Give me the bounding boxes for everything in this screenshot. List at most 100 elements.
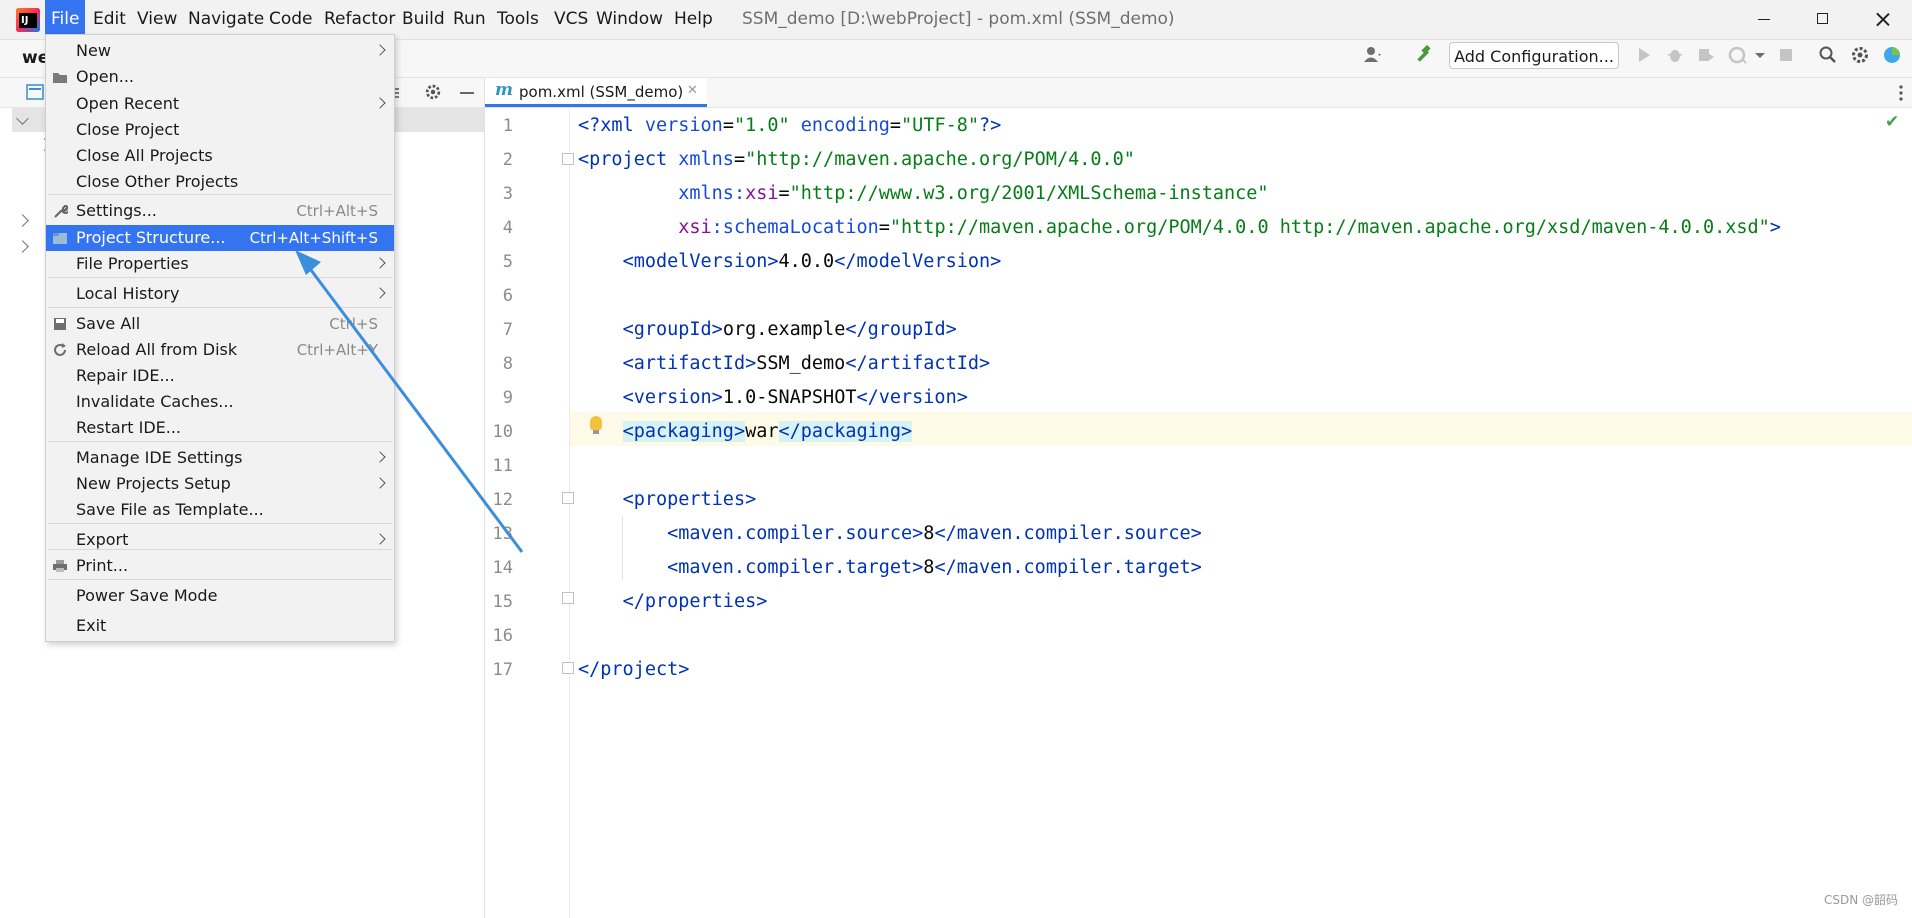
submenu-chevron-icon [374,477,386,489]
debug-icon[interactable] [1665,45,1685,65]
file-menu-item-print[interactable]: Print... [46,553,394,579]
close-window-button[interactable] [1854,0,1910,39]
line-number-gutter: 1 2 3 4 5 6 7 8 9 10 11 12 13 14 15 16 1… [485,108,570,918]
menu-item-label: Print... [76,556,129,575]
file-menu-item-project-structure[interactable]: Project Structure... Ctrl+Alt+Shift+S [46,225,394,251]
menu-separator [48,579,392,580]
menu-tools[interactable]: Tools [491,0,545,39]
file-menu-item-open-recent[interactable]: Open Recent [46,91,394,117]
code-line[interactable]: <version>1.0-SNAPSHOT</version> [578,387,968,408]
project-view-icon[interactable] [26,84,44,100]
save-icon [54,318,66,330]
menu-item-label: Repair IDE... [76,366,175,385]
project-structure-icon [53,233,67,244]
submenu-chevron-icon [374,97,386,109]
file-menu-item-open[interactable]: Open... [46,64,394,90]
file-menu-item-settings[interactable]: Settings... Ctrl+Alt+S [46,198,394,224]
file-menu-item-save-all[interactable]: Save All Ctrl+S [46,311,394,337]
code-line[interactable]: <groupId>org.example</groupId> [578,319,957,340]
fold-marker-icon[interactable] [562,492,574,504]
line-number: 9 [502,388,513,408]
fold-marker-icon[interactable] [562,662,574,674]
settings-gear-icon[interactable] [424,83,442,101]
code-line[interactable]: <maven.compiler.target>8</maven.compiler… [578,557,1202,578]
line-number: 14 [492,558,513,578]
more-tabs-icon[interactable] [1898,84,1904,102]
line-number: 1 [502,116,513,136]
watermark: CSDN @韶码 [1823,893,1898,907]
menu-help[interactable]: Help [668,0,719,39]
fold-marker-icon[interactable] [562,592,574,604]
hide-panel-icon[interactable] [458,84,476,102]
file-menu-item-close-other-projects[interactable]: Close Other Projects [46,169,394,195]
profiler-icon[interactable] [1727,45,1747,65]
menu-build[interactable]: Build [396,0,451,39]
inspection-ok-check-icon[interactable]: ✔ [1885,112,1899,132]
add-configuration-button[interactable]: Add Configuration... [1449,42,1619,69]
build-hammer-icon[interactable] [1413,45,1433,65]
file-menu-item-save-file-as-template[interactable]: Save File as Template... [46,497,394,523]
menu-item-label: Settings... [76,201,157,220]
code-line[interactable]: <packaging>war</packaging> [578,421,913,442]
line-number: 17 [492,660,513,680]
file-menu-item-local-history[interactable]: Local History [46,281,394,307]
code-line[interactable]: <modelVersion>4.0.0</modelVersion> [578,251,1002,272]
code-line[interactable]: xmlns:xsi="http://www.w3.org/2001/XMLSch… [578,183,1268,204]
code-line[interactable]: </properties> [578,591,768,612]
file-menu-item-power-save-mode[interactable]: Power Save Mode [46,583,394,609]
search-icon[interactable] [1818,45,1838,65]
code-line[interactable]: <?xml version="1.0" encoding="UTF-8"?> [578,115,1001,136]
stop-icon[interactable] [1776,45,1796,65]
line-number: 7 [502,320,513,340]
file-menu-item-close-project[interactable]: Close Project [46,117,394,143]
tree-collapsed-chevron-icon[interactable] [16,240,29,253]
file-menu-item-repair-ide[interactable]: Repair IDE... [46,363,394,389]
line-number: 6 [502,286,513,306]
maximize-button[interactable] [1795,0,1851,39]
run-icon[interactable] [1634,45,1654,65]
jetbrains-toolbox-icon[interactable] [1882,45,1902,65]
file-menu-item-manage-ide-settings[interactable]: Manage IDE Settings [46,445,394,471]
file-menu-item-restart-ide[interactable]: Restart IDE... [46,415,394,441]
tab-label: pom.xml (SSM_demo) [519,83,684,101]
menu-window[interactable]: Window [590,0,669,39]
file-menu-item-exit[interactable]: Exit [46,613,394,639]
menu-item-label: New [76,41,111,60]
file-menu-item-new[interactable]: New [46,38,394,64]
fold-marker-icon[interactable] [562,153,574,165]
tab-pom-xml[interactable]: m pom.xml (SSM_demo) ✕ [485,78,707,107]
coverage-icon[interactable] [1696,45,1716,65]
intellij-logo-icon [16,8,40,32]
file-menu-item-reload-all-from-disk[interactable]: Reload All from Disk Ctrl+Alt+Y [46,337,394,363]
code-line[interactable]: <project xmlns="http://maven.apache.org/… [578,149,1135,170]
menu-vcs[interactable]: VCS [548,0,594,39]
file-menu-item-invalidate-caches[interactable]: Invalidate Caches... [46,389,394,415]
code-line[interactable]: <properties> [578,489,757,510]
line-number: 5 [502,252,513,272]
minimize-button[interactable] [1736,0,1792,39]
code-line[interactable]: </project> [578,659,689,680]
reload-icon [54,343,66,356]
menu-run[interactable]: Run [447,0,492,39]
file-menu-item-file-properties[interactable]: File Properties [46,251,394,277]
code-line[interactable]: <maven.compiler.source>8</maven.compiler… [578,523,1202,544]
file-menu-item-export[interactable]: Export [46,527,394,553]
editor-tabs-bar: m pom.xml (SSM_demo) ✕ [485,78,1912,108]
user-account-icon[interactable] [1363,45,1383,65]
menu-item-label: New Projects Setup [76,474,231,493]
menu-item-shortcut: Ctrl+Alt+Shift+S [249,229,378,247]
file-menu-dropdown: New Open... Open Recent Close Project Close … [45,34,395,642]
close-tab-icon[interactable]: ✕ [687,83,698,98]
chevron-down-icon[interactable] [1750,45,1770,65]
submenu-chevron-icon [374,287,386,299]
code-line[interactable]: <artifactId>SSM_demo</artifactId> [578,353,991,374]
menu-item-label: Close All Projects [76,146,213,165]
file-menu-item-new-projects-setup[interactable]: New Projects Setup [46,471,394,497]
file-menu-item-close-all-projects[interactable]: Close All Projects [46,143,394,169]
gear-icon[interactable] [1850,45,1870,65]
tree-collapsed-chevron-icon[interactable] [16,214,29,227]
menu-item-label: Manage IDE Settings [76,448,243,467]
printer-icon [53,560,67,572]
submenu-chevron-icon [374,451,386,463]
code-line[interactable]: xsi:schemaLocation="http://maven.apache.… [578,217,1781,238]
